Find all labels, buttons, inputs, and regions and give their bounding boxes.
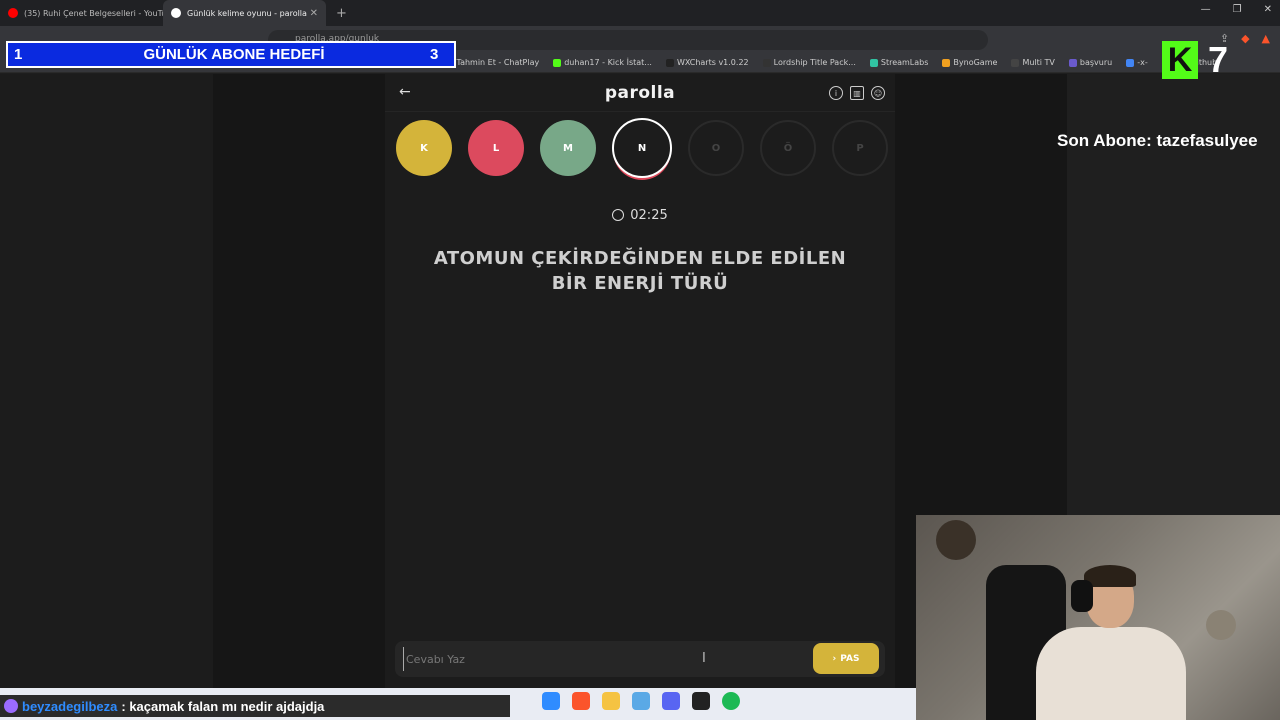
app-icon[interactable] <box>632 692 650 710</box>
brand-title: parolla <box>604 83 676 103</box>
letter-circle-pending: O <box>688 120 744 176</box>
chat-overlay: beyzadegilbeza : kaçamak falan mı nedir … <box>0 695 510 717</box>
chat-message: : kaçamak falan mı nedir ajdajdja <box>121 698 325 714</box>
new-tab-button[interactable]: + <box>336 6 347 21</box>
letter-circle-pending: P <box>832 120 888 176</box>
bookmark-item[interactable]: Lordship Title Pack... <box>762 58 856 67</box>
windows-start-icon[interactable] <box>542 692 560 710</box>
bookmark-item[interactable]: -x- <box>1126 58 1148 67</box>
kick-logo-icon: K <box>1162 41 1198 79</box>
answer-input[interactable] <box>403 647 803 671</box>
background-plant <box>1206 610 1236 640</box>
timer-value: 02:25 <box>630 208 668 223</box>
bookmark-label: WXCharts v1.0.22 <box>676 58 749 67</box>
chevron-right-icon: › <box>832 653 837 664</box>
goal-title: GÜNLÜK ABONE HEDEFİ <box>143 46 325 63</box>
close-window-icon[interactable]: ✕ <box>1264 4 1272 15</box>
bookmark-favicon-icon <box>869 58 878 67</box>
bookmark-favicon-icon <box>665 58 674 67</box>
tab-youtube[interactable]: (35) Ruhi Çenet Belgeselleri - YouTube <box>0 0 163 26</box>
timer: 02:25 <box>385 208 895 223</box>
bookmark-item[interactable]: WXCharts v1.0.22 <box>665 58 749 67</box>
wall-lamp <box>936 520 976 560</box>
minimize-icon[interactable]: — <box>1201 4 1211 15</box>
webcam-feed <box>916 515 1280 720</box>
bookmark-item[interactable]: Multi TV <box>1011 58 1055 67</box>
clock-icon <box>612 209 625 221</box>
bookmark-item[interactable]: Tahmin Et - ChatPlay <box>445 58 540 67</box>
app-header: ← parolla i ▥ ☺ <box>385 74 895 112</box>
streamer-body <box>1036 627 1186 720</box>
bookmark-label: başvuru <box>1079 58 1113 67</box>
pass-label: PAS <box>840 653 860 664</box>
text-cursor-icon: I <box>702 651 706 666</box>
bookmark-favicon-icon <box>1011 58 1020 67</box>
bookmark-item[interactable]: başvuru <box>1068 58 1113 67</box>
pass-button[interactable]: › PAS <box>813 643 879 674</box>
tab-title: Günlük kelime oyunu - parolla <box>187 8 307 18</box>
letter-circle-solved: K <box>396 120 452 176</box>
bookmark-label: BynoGame <box>953 58 998 67</box>
letter-circle-wrong: L <box>468 120 524 176</box>
obs-icon[interactable] <box>692 692 710 710</box>
discord-icon[interactable] <box>662 692 680 710</box>
question-text: ATOMUN ÇEKİRDEĞİNDEN ELDE EDİLEN BİR ENE… <box>425 246 855 296</box>
bookmark-label: StreamLabs <box>880 58 929 67</box>
file-explorer-icon[interactable] <box>602 692 620 710</box>
youtube-icon <box>8 8 18 18</box>
bookmark-label: Lordship Title Pack... <box>773 58 856 67</box>
screen: (35) Ruhi Çenet Belgeselleri - YouTube G… <box>0 0 1280 720</box>
browser-tab-bar: (35) Ruhi Çenet Belgeselleri - YouTube G… <box>0 0 1280 26</box>
kick-count: 7 <box>1208 39 1229 80</box>
parolla-icon <box>171 8 181 18</box>
bookmark-label: Tahmin Et - ChatPlay <box>456 58 540 67</box>
question-line-1: ATOMUN ÇEKİRDEĞİNDEN ELDE EDİLEN <box>433 248 847 269</box>
taskbar-icons <box>542 692 740 710</box>
chat-username: beyzadegilbeza <box>22 698 118 714</box>
close-tab-icon[interactable]: ✕ <box>310 8 318 19</box>
spotify-icon[interactable] <box>722 692 740 710</box>
stats-icon[interactable]: ▥ <box>850 86 864 100</box>
bookmark-favicon-icon <box>942 58 951 67</box>
last-subscriber: Son Abone: tazefasulyee <box>1057 131 1258 150</box>
goal-current: 1 <box>14 46 23 63</box>
subscriber-goal-bar: 1 GÜNLÜK ABONE HEDEFİ 3 <box>6 41 456 68</box>
bookmark-item[interactable]: StreamLabs <box>869 58 929 67</box>
brave-rewards-icon[interactable]: ▲ <box>1262 32 1270 45</box>
bookmark-item[interactable]: BynoGame <box>942 58 997 67</box>
brave-shield-icon[interactable]: ◆ <box>1241 32 1249 45</box>
bookmark-label: Multi TV <box>1022 58 1055 67</box>
page-left-margin <box>0 74 213 688</box>
bookmark-favicon-icon <box>1126 58 1135 67</box>
headset-icon <box>1071 580 1093 612</box>
chat-badge-icon <box>4 699 18 713</box>
profile-icon[interactable]: ☺ <box>871 86 885 100</box>
letter-circle-correct: M <box>540 120 596 176</box>
maximize-icon[interactable]: ❐ <box>1233 4 1242 15</box>
answer-bar: I › PAS <box>395 641 885 677</box>
tab-title: (35) Ruhi Çenet Belgeselleri - YouTube <box>24 8 163 18</box>
info-icon[interactable]: i <box>829 86 843 100</box>
kick-badge: K 7 <box>1162 38 1242 82</box>
bookmark-favicon-icon <box>1068 58 1077 67</box>
bookmark-label: duhan17 - Kick İstat... <box>564 58 652 67</box>
letter-track: KLMNOÖP <box>396 118 888 178</box>
letter-circle-current: N <box>612 118 672 178</box>
goal-max: 3 <box>430 46 439 63</box>
question-line-2: BİR ENERJİ TÜRÜ <box>551 273 729 294</box>
tab-parolla[interactable]: Günlük kelime oyunu - parolla ✕ <box>163 0 326 26</box>
brave-browser-icon[interactable] <box>572 692 590 710</box>
parolla-app: ← parolla i ▥ ☺ KLMNOÖP 02:25 ATOMUN ÇEK… <box>385 74 895 688</box>
bookmark-favicon-icon <box>762 58 771 67</box>
bookmark-label: -x- <box>1137 58 1148 67</box>
letter-circle-pending: Ö <box>760 120 816 176</box>
bookmark-favicon-icon <box>553 58 562 67</box>
bookmark-item[interactable]: duhan17 - Kick İstat... <box>553 58 652 67</box>
